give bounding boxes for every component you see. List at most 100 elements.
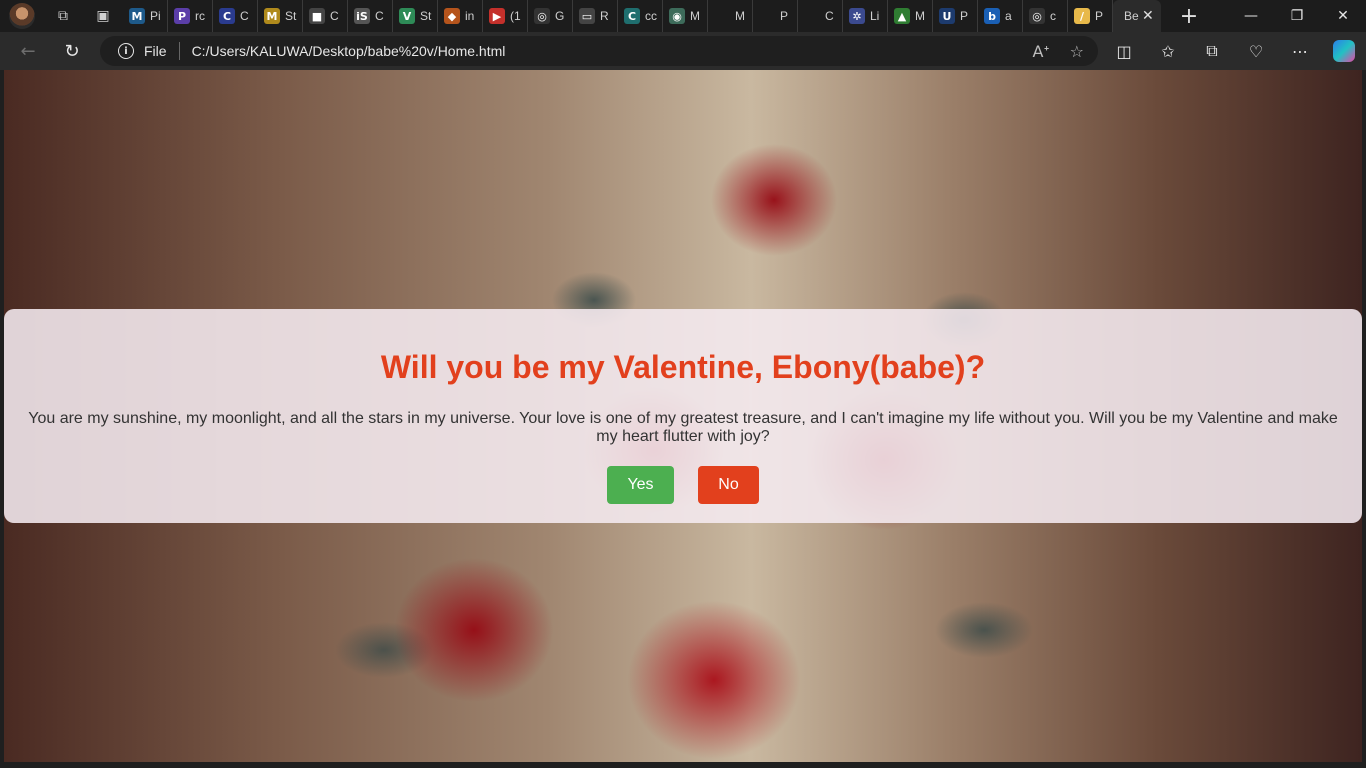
browser-tab[interactable]: M St <box>258 0 303 32</box>
tab-title: M <box>690 9 700 23</box>
browser-tab[interactable]: ▶ (1 <box>483 0 528 32</box>
browser-tab[interactable]: ◆ in <box>438 0 483 32</box>
tab-title: C <box>330 9 339 23</box>
active-tab[interactable]: Be ✕ <box>1113 0 1161 32</box>
tab-strip: ⧉ ▣ M Pi Prc C C M St ■ CiS C V St ◆ in ▶ (1 ◎ G ▭ R Ccc ◉ M M P… <box>0 0 1366 32</box>
minimize-icon[interactable]: — <box>1228 0 1274 32</box>
browser-tab[interactable]: ▲ M <box>888 0 933 32</box>
close-window-icon[interactable]: ✕ <box>1320 0 1366 32</box>
tab-favicon-icon: ✲ <box>849 8 865 24</box>
answer-buttons: Yes No <box>607 466 759 504</box>
tab-favicon-icon: ◎ <box>1029 8 1045 24</box>
collections-icon[interactable]: ⧉ <box>1190 32 1234 70</box>
tab-list: M Pi Prc C C M St ■ CiS C V St ◆ in ▶ (1 ◎ G ▭ R Ccc ◉ M M P C ✲ Li… <box>123 0 1161 32</box>
restore-icon[interactable]: ❐ <box>1274 0 1320 32</box>
window-bottom-edge <box>0 762 1366 768</box>
browser-tab[interactable]: ✲ Li <box>843 0 888 32</box>
browser-tab[interactable]: ba <box>978 0 1023 32</box>
browser-tab[interactable]: ▭ R <box>573 0 618 32</box>
close-tab-icon[interactable]: ✕ <box>1142 8 1154 24</box>
browser-tab[interactable]: M Pi <box>123 0 168 32</box>
browser-tab[interactable]: CC <box>213 0 258 32</box>
browser-tab[interactable]: ◎ c <box>1023 0 1068 32</box>
tab-favicon-icon: U <box>939 8 955 24</box>
yes-button[interactable]: Yes <box>607 466 674 504</box>
page-title: Will you be my Valentine, Ebony(babe)? <box>380 349 986 385</box>
tab-title: Pi <box>150 9 161 23</box>
browser-tab[interactable]: UP <box>933 0 978 32</box>
browser-tab[interactable]: ◉ M <box>663 0 708 32</box>
tab-favicon-icon: C <box>624 8 640 24</box>
tab-title: St <box>285 9 297 23</box>
profile-avatar[interactable] <box>9 3 35 29</box>
address-bar[interactable]: i File C:/Users/KALUWA/Desktop/babe%20v/… <box>100 36 1098 66</box>
window-controls: — ❐ ✕ <box>1228 0 1366 32</box>
tab-title: C <box>240 9 249 23</box>
browser-essentials-icon[interactable]: ♡ <box>1234 32 1278 70</box>
browser-toolbar: ← ↻ i File C:/Users/KALUWA/Desktop/babe%… <box>0 32 1366 70</box>
browser-tab[interactable]: Ccc <box>618 0 663 32</box>
workspaces-icon[interactable]: ⧉ <box>51 4 75 28</box>
tab-title: (1 <box>510 9 521 23</box>
tab-title: P <box>1095 9 1104 23</box>
tab-title: Be <box>1124 9 1139 23</box>
page-viewport: Will you be my Valentine, Ebony(babe)? Y… <box>4 70 1362 762</box>
new-tab-button[interactable]: + <box>1175 2 1203 30</box>
favorite-star-icon[interactable]: ☆ <box>1070 42 1084 61</box>
tab-title: M <box>735 9 745 23</box>
browser-tab[interactable]: M <box>708 0 753 32</box>
tab-title: cc <box>645 9 657 23</box>
tab-title: C <box>825 9 834 23</box>
tab-favicon-icon: iS <box>354 8 370 24</box>
browser-tab[interactable]: C <box>798 0 843 32</box>
tab-favicon-icon: ◉ <box>669 8 685 24</box>
tab-title: P <box>780 9 789 23</box>
tab-favicon-icon: ▲ <box>894 8 910 24</box>
refresh-icon[interactable]: ↻ <box>54 35 90 67</box>
tab-title: P <box>960 9 969 23</box>
tab-title: rc <box>195 9 205 23</box>
browser-tab[interactable]: ◎ G <box>528 0 573 32</box>
tab-favicon-icon: C <box>219 8 235 24</box>
url-text[interactable]: C:/Users/KALUWA/Desktop/babe%20v/Home.ht… <box>192 43 506 59</box>
browser-tab[interactable]: Prc <box>168 0 213 32</box>
browser-tab[interactable]: V St <box>393 0 438 32</box>
browser-tab[interactable]: / P <box>1068 0 1113 32</box>
tab-title: St <box>420 9 432 23</box>
divider <box>178 42 180 60</box>
split-screen-icon[interactable]: ◫ <box>1102 32 1146 70</box>
tab-favicon-icon <box>759 8 775 24</box>
valentine-card: Will you be my Valentine, Ebony(babe)? Y… <box>4 309 1362 523</box>
tab-favicon-icon: ◎ <box>534 8 550 24</box>
tab-favicon-icon: ▭ <box>579 8 595 24</box>
favorites-icon[interactable]: ✩ <box>1146 32 1190 70</box>
more-menu-icon[interactable]: ⋯ <box>1278 32 1322 70</box>
tab-title: M <box>915 9 925 23</box>
tab-favicon-icon: V <box>399 8 415 24</box>
tab-title: a <box>1005 9 1012 23</box>
tab-favicon-icon: ■ <box>309 8 325 24</box>
tab-title: c <box>1050 9 1056 23</box>
browser-tab[interactable]: P <box>753 0 798 32</box>
tab-favicon-icon: M <box>264 8 280 24</box>
tab-title: G <box>555 9 565 23</box>
tab-actions-icon[interactable]: ▣ <box>91 4 115 28</box>
tab-favicon-icon: ▶ <box>489 8 505 24</box>
no-button[interactable]: No <box>698 466 759 504</box>
file-scheme-label: File <box>144 43 167 59</box>
tab-title: C <box>375 9 384 23</box>
tab-title: Li <box>870 9 880 23</box>
tab-favicon-icon: b <box>984 8 1000 24</box>
browser-tab[interactable]: ■ C <box>303 0 348 32</box>
read-aloud-icon[interactable]: Aᐩ <box>1032 42 1049 61</box>
tab-favicon-icon: / <box>1074 8 1090 24</box>
browser-tab[interactable]: iS C <box>348 0 393 32</box>
copilot-icon[interactable] <box>1322 32 1366 70</box>
tab-title: R <box>600 9 609 23</box>
tab-favicon-icon: ◆ <box>444 8 460 24</box>
address-bar-actions: Aᐩ ☆ <box>1032 36 1084 66</box>
tab-favicon-icon <box>804 8 820 24</box>
back-arrow-icon[interactable]: ← <box>10 35 46 67</box>
info-icon[interactable]: i <box>118 43 134 59</box>
tab-favicon-icon: M <box>129 8 145 24</box>
